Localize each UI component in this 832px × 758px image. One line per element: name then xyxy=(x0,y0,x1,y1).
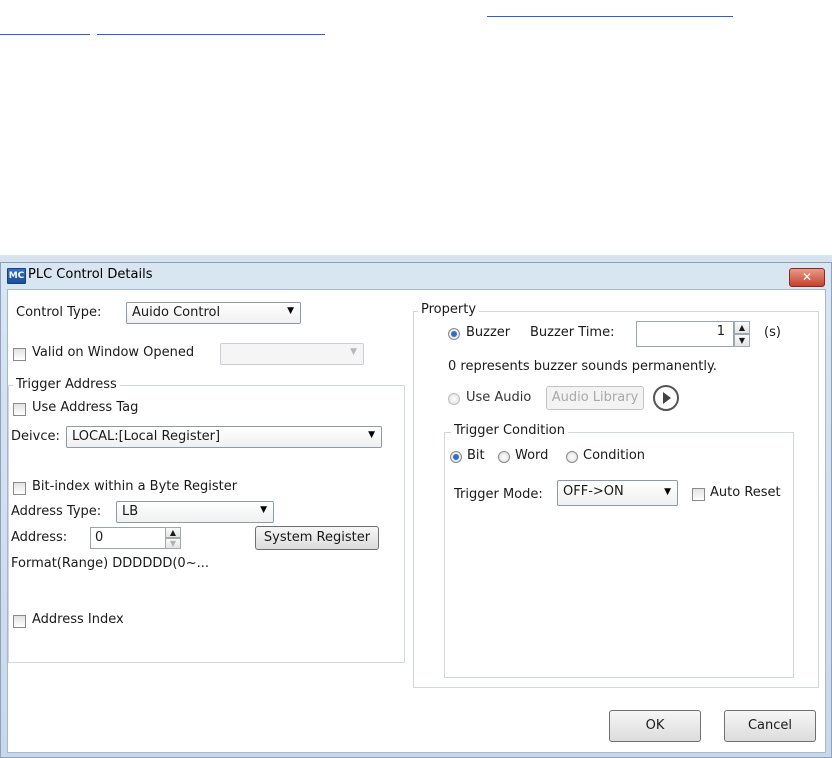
top-link-underline xyxy=(0,34,90,35)
valid-on-window-checkbox[interactable] xyxy=(13,348,26,361)
system-register-button[interactable]: System Register xyxy=(255,526,379,550)
address-spin-up-icon[interactable]: ▲ xyxy=(165,527,181,538)
bit-label: Bit xyxy=(467,448,485,463)
window-title: PLC Control Details xyxy=(28,267,153,282)
play-icon[interactable] xyxy=(653,385,679,411)
trigger-condition-group xyxy=(444,432,794,678)
bit-radio[interactable] xyxy=(450,451,462,463)
trigger-mode-value: OFF->ON xyxy=(563,484,624,499)
cancel-button[interactable]: Cancel xyxy=(724,710,816,742)
address-index-label: Address Index xyxy=(32,612,124,627)
buzzer-note: 0 represents buzzer sounds permanently. xyxy=(448,359,717,374)
window-select-dropdown[interactable]: ▼ xyxy=(220,343,364,365)
bit-index-label: Bit-index within a Byte Register xyxy=(32,479,238,494)
address-type-dropdown[interactable]: LB ▼ xyxy=(116,501,274,523)
control-type-value: Auido Control xyxy=(132,305,221,320)
chevron-down-icon: ▼ xyxy=(368,430,375,440)
address-type-value: LB xyxy=(122,504,139,519)
buzzer-spin-up-icon[interactable]: ▲ xyxy=(734,321,750,334)
chevron-down-icon: ▼ xyxy=(287,306,294,316)
address-type-label: Address Type: xyxy=(11,504,102,519)
app-icon: MC xyxy=(7,268,26,284)
ok-button[interactable]: OK xyxy=(609,710,701,742)
control-type-dropdown[interactable]: Auido Control ▼ xyxy=(126,302,301,324)
chevron-down-icon: ▼ xyxy=(664,487,671,497)
use-address-tag-label: Use Address Tag xyxy=(32,400,139,415)
buzzer-spin-down-icon[interactable]: ▼ xyxy=(734,334,750,347)
auto-reset-checkbox[interactable] xyxy=(692,488,705,501)
use-audio-radio[interactable] xyxy=(448,393,460,405)
word-label: Word xyxy=(515,448,549,463)
trigger-address-title: Trigger Address xyxy=(13,377,120,392)
address-input[interactable]: 0 xyxy=(90,527,166,549)
close-button[interactable]: ✕ xyxy=(789,268,825,287)
chevron-down-icon: ▼ xyxy=(350,347,357,357)
bit-index-checkbox[interactable] xyxy=(13,482,26,495)
buzzer-radio[interactable] xyxy=(448,328,460,340)
condition-radio[interactable] xyxy=(566,451,578,463)
buzzer-time-input[interactable]: 1 xyxy=(636,321,734,347)
address-label: Address: xyxy=(11,530,68,545)
address-index-checkbox[interactable] xyxy=(13,615,26,628)
buzzer-label: Buzzer xyxy=(466,325,511,340)
buzzer-time-label: Buzzer Time: xyxy=(530,325,615,340)
device-value: LOCAL:[Local Register] xyxy=(72,429,221,444)
chevron-down-icon: ▼ xyxy=(260,505,267,515)
device-label: Deivce: xyxy=(11,429,60,444)
condition-label: Condition xyxy=(583,448,646,463)
device-dropdown[interactable]: LOCAL:[Local Register] ▼ xyxy=(66,426,382,448)
valid-on-window-label: Valid on Window Opened xyxy=(32,345,195,360)
word-radio[interactable] xyxy=(498,451,510,463)
plc-control-details-dialog: MC PLC Control Details ✕ Control Type: A… xyxy=(0,262,832,758)
buzzer-time-unit: (s) xyxy=(764,325,781,340)
property-title: Property xyxy=(418,302,480,317)
title-bar: MC PLC Control Details ✕ xyxy=(1,263,831,288)
top-link-underline xyxy=(487,16,733,17)
trigger-mode-label: Trigger Mode: xyxy=(454,487,543,502)
trigger-condition-title: Trigger Condition xyxy=(451,423,569,438)
audio-library-button[interactable]: Audio Library xyxy=(546,386,644,410)
format-range-text: Format(Range) DDDDDD(0~... xyxy=(11,556,209,571)
top-link-underline xyxy=(97,34,325,35)
address-spin-down-icon[interactable]: ▼ xyxy=(165,538,181,549)
dialog-client-area: Control Type: Auido Control ▼ Valid on W… xyxy=(7,289,826,753)
use-address-tag-checkbox[interactable] xyxy=(13,403,26,416)
control-type-label: Control Type: xyxy=(16,305,102,320)
trigger-mode-dropdown[interactable]: OFF->ON ▼ xyxy=(557,480,678,506)
use-audio-label: Use Audio xyxy=(466,390,532,405)
auto-reset-label: Auto Reset xyxy=(710,485,781,500)
